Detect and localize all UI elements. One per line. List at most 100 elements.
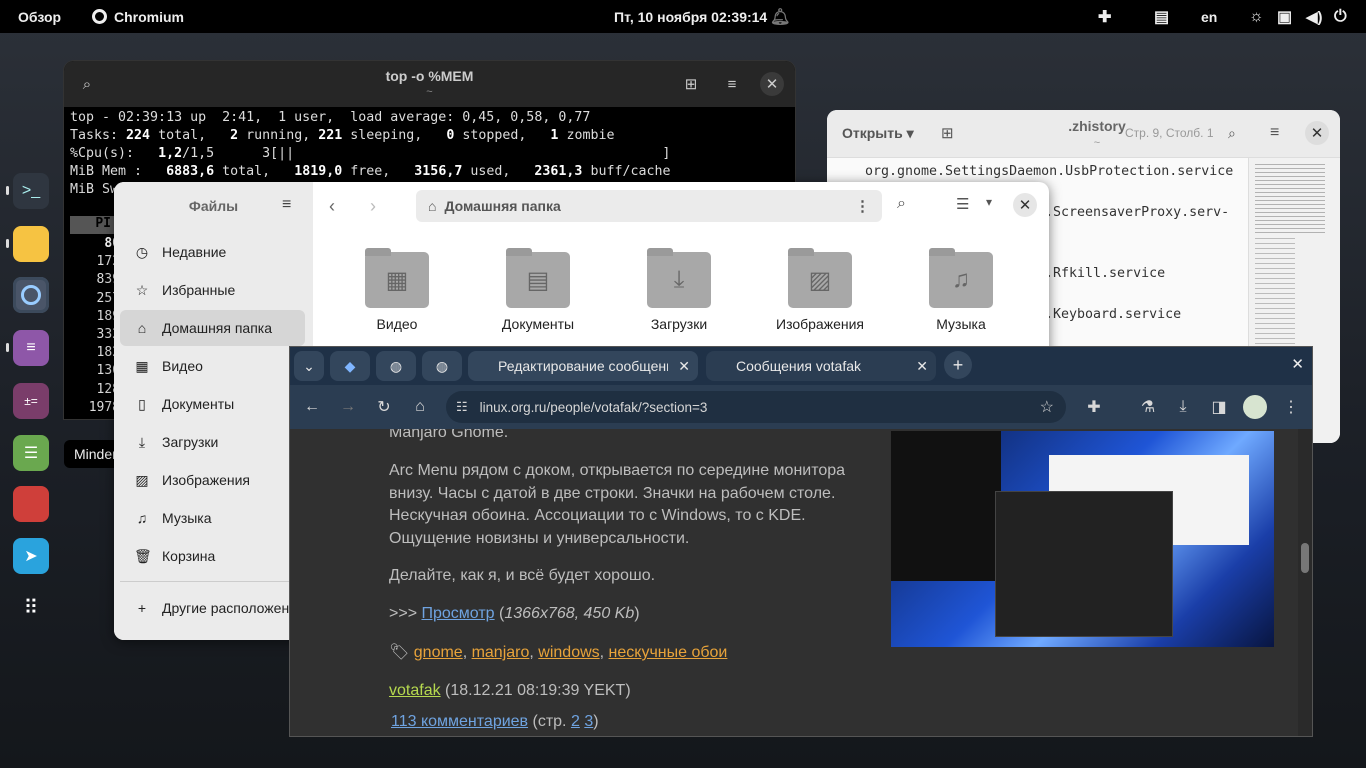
cursor-position[interactable]: Стр. 9, Столб. 1	[1125, 126, 1214, 140]
pinned-tab-globe-2[interactable]: ◍	[422, 351, 462, 381]
screenshot-thumbnail[interactable]	[891, 431, 1274, 647]
scrollbar[interactable]	[1298, 429, 1312, 736]
sidebar-item-videos[interactable]: ▦ Видео	[120, 348, 305, 384]
site-info-icon[interactable]: ☷	[456, 399, 468, 415]
minder-icon[interactable]: ☰	[13, 435, 49, 471]
sidebar-item-music[interactable]: ♫ Музыка	[120, 500, 305, 536]
sidebar-item-other-locations[interactable]: + Другие расположения	[120, 590, 305, 626]
tab-search-icon[interactable]: ⌄	[294, 351, 324, 381]
location-bar[interactable]: ⌂ Домашняя папка ⋮	[416, 190, 882, 222]
folder-videos[interactable]: ▦ Видео	[332, 248, 462, 332]
activities-button[interactable]: Обзор	[18, 0, 61, 33]
sidebar-item-pictures[interactable]: ▨ Изображения	[120, 462, 305, 498]
telegram-icon[interactable]: ➤	[13, 538, 49, 574]
files-sidebar: Файлы ≡ ◷ Недавние ☆ Избранные ⌂ Домашняя п…	[114, 182, 313, 640]
chromium-dock-icon[interactable]	[13, 277, 49, 313]
language-indicator[interactable]: en	[1201, 0, 1217, 33]
sidebar-item-documents[interactable]: ▯ Документы	[120, 386, 305, 422]
avatar[interactable]	[1243, 395, 1267, 419]
sidebar-item-home[interactable]: ⌂ Домашняя папка	[120, 310, 305, 346]
new-document-icon[interactable]: ⊞	[941, 124, 954, 142]
download-icon: ⤓	[138, 433, 146, 450]
find-icon[interactable]: ⌕	[1228, 125, 1236, 142]
tab-strip: ⌄ ◆ ◍ ◍ Редактирование сообщения ✕ Сообще…	[290, 347, 1312, 385]
page-link[interactable]: 2	[571, 713, 580, 730]
calculator-icon[interactable]: ±=	[13, 383, 49, 419]
menu-icon[interactable]: ≡	[1270, 124, 1279, 142]
dock: >_ ≡ ±= ☰ ➤ ⠿	[0, 33, 62, 768]
comments-link[interactable]: 113 комментариев	[391, 713, 528, 730]
side-panel-icon[interactable]: ◨	[1207, 395, 1231, 419]
app-grid-icon[interactable]: ⠿	[13, 589, 49, 625]
open-button[interactable]: Открыть ▾	[842, 125, 914, 142]
author-line: votafak (18.12.21 08:19:39 YEKT)	[389, 682, 631, 699]
menu-icon[interactable]: ≡	[720, 72, 744, 96]
volume-icon[interactable]: ◀)	[1306, 0, 1323, 33]
browser-window[interactable]: ⌄ ◆ ◍ ◍ Редактирование сообщения ✕ Сообще…	[289, 346, 1313, 737]
pinned-tab-globe[interactable]: ◍	[376, 351, 416, 381]
clock[interactable]: Пт, 10 ноября 02:39:14	[614, 0, 767, 33]
screen-icon[interactable]: ▣	[1277, 0, 1292, 33]
tag-link[interactable]: нескучные обои	[609, 644, 728, 661]
running-indicator	[6, 186, 9, 195]
image-viewer-icon[interactable]	[13, 486, 49, 522]
extensions-icon[interactable]: ✚	[1082, 395, 1106, 419]
back-icon[interactable]: ‹	[329, 196, 335, 217]
close-icon[interactable]: ✕	[1305, 121, 1329, 145]
search-icon[interactable]: ⌕	[897, 195, 906, 213]
extension-icon[interactable]: ✚	[1098, 0, 1111, 33]
app-menu[interactable]: Chromium	[92, 0, 184, 33]
tab-messages[interactable]: Сообщения votafak ✕	[706, 351, 936, 381]
terminal-icon[interactable]: >_	[13, 173, 49, 209]
close-window-icon[interactable]: ✕	[1291, 355, 1304, 373]
running-indicator	[6, 343, 9, 352]
author-link[interactable]: votafak	[389, 682, 441, 699]
close-icon[interactable]: ✕	[678, 358, 690, 375]
terminal-headerbar: ⌕ top -o %MEM ~ ⊞ ≡ ✕	[64, 61, 795, 107]
close-icon[interactable]: ✕	[1013, 193, 1037, 217]
more-vertical-icon[interactable]: ⋮	[855, 197, 870, 215]
forward-icon[interactable]: →	[336, 395, 360, 419]
sidebar-item-downloads[interactable]: ⤓ Загрузки	[120, 424, 305, 460]
files-icon[interactable]	[13, 226, 49, 262]
new-tab-button[interactable]: +	[944, 351, 972, 379]
divider	[120, 581, 305, 582]
download-icon[interactable]: ⤓	[1171, 395, 1195, 419]
tag-link[interactable]: gnome	[414, 644, 463, 661]
menu-icon[interactable]: ≡	[282, 196, 291, 214]
bell-icon[interactable]: 🔔︎	[770, 0, 790, 33]
home-icon[interactable]: ⌂	[408, 395, 432, 419]
page-link[interactable]: 3	[584, 713, 593, 730]
tag-link[interactable]: windows	[538, 644, 599, 661]
close-icon[interactable]: ✕	[760, 72, 784, 96]
clipboard-icon[interactable]: ▤	[1154, 0, 1169, 33]
close-icon[interactable]: ✕	[916, 358, 928, 375]
view-options-icon[interactable]: ▾	[986, 195, 992, 209]
brightness-icon[interactable]: ☼	[1249, 0, 1264, 33]
back-icon[interactable]: ←	[300, 395, 324, 419]
text-editor-icon[interactable]: ≡	[13, 330, 49, 366]
forward-icon[interactable]: ›	[370, 196, 376, 217]
sidebar-item-trash[interactable]: 🗑︎ Корзина	[120, 538, 305, 574]
plus-icon: +	[137, 600, 147, 616]
tag-link[interactable]: manjaro	[472, 644, 530, 661]
power-icon[interactable]: ⏻	[1334, 0, 1347, 33]
clock-icon: ◷	[135, 243, 149, 260]
sidebar-item-starred[interactable]: ☆ Избранные	[120, 272, 305, 308]
menu-dots-icon[interactable]: ⋮	[1279, 395, 1303, 419]
top-bar: Обзор Chromium Пт, 10 ноября 02:39:14 🔔︎…	[0, 0, 1366, 33]
bookmark-star-icon[interactable]: ☆	[1040, 397, 1054, 417]
pinned-tab[interactable]: ◆	[330, 351, 370, 381]
sidebar-item-recent[interactable]: ◷ Недавние	[120, 234, 305, 270]
list-view-icon[interactable]: ☰	[956, 195, 969, 213]
folder-downloads[interactable]: ⤓ Загрузки	[614, 248, 744, 332]
address-bar[interactable]: ☷ linux.org.ru/people/votafak/?section=3…	[446, 391, 1066, 423]
folder-music[interactable]: ♫ Музыка	[896, 248, 1026, 332]
new-tab-icon[interactable]: ⊞	[679, 72, 703, 96]
reload-icon[interactable]: ↻	[372, 395, 396, 419]
folder-pictures[interactable]: ▨ Изображения	[755, 248, 885, 332]
folder-documents[interactable]: ▤ Документы	[473, 248, 603, 332]
view-link[interactable]: Просмотр	[421, 605, 494, 622]
tab-edit-message[interactable]: Редактирование сообщения ✕	[468, 351, 698, 381]
lab-icon[interactable]: ⚗	[1136, 395, 1160, 419]
